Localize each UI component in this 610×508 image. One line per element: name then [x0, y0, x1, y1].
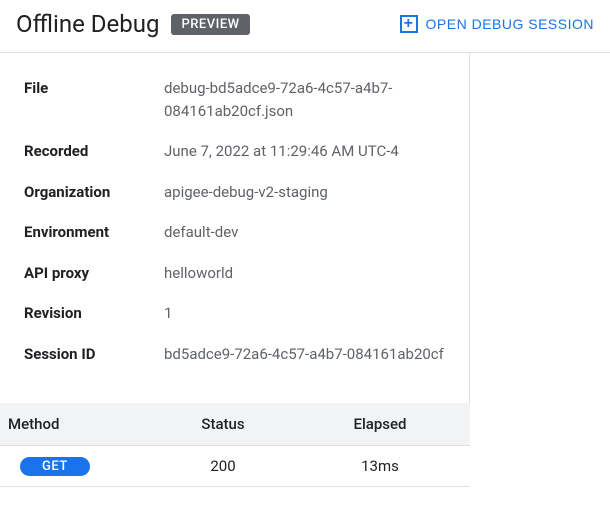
- detail-label: Environment: [24, 221, 164, 244]
- detail-value: helloworld: [164, 262, 453, 285]
- detail-value: debug-bd5adce9-72a6-4c57-a4b7-084161ab20…: [164, 77, 453, 122]
- open-debug-session-button[interactable]: + OPEN DEBUG SESSION: [400, 15, 594, 33]
- detail-label: Revision: [24, 302, 164, 325]
- plus-icon: +: [400, 15, 418, 33]
- table-header-row: Method Status Elapsed: [0, 403, 470, 446]
- detail-row-revision: Revision 1: [24, 302, 453, 325]
- detail-label: Session ID: [24, 343, 164, 366]
- page-title: Offline Debug: [16, 10, 159, 38]
- header-left: Offline Debug PREVIEW: [16, 10, 250, 38]
- transactions-table: Method Status Elapsed GET 200 13ms: [0, 403, 470, 487]
- detail-value: 1: [164, 302, 453, 325]
- detail-label: API proxy: [24, 262, 164, 285]
- method-chip: GET: [20, 457, 90, 476]
- detail-label: Organization: [24, 181, 164, 204]
- cell-status: 200: [148, 457, 298, 475]
- col-header-status[interactable]: Status: [148, 415, 298, 433]
- detail-row-session-id: Session ID bd5adce9-72a6-4c57-a4b7-08416…: [24, 343, 453, 366]
- page-header: Offline Debug PREVIEW + OPEN DEBUG SESSI…: [0, 0, 610, 52]
- preview-badge: PREVIEW: [171, 14, 249, 35]
- cell-elapsed: 13ms: [298, 457, 462, 475]
- detail-value: apigee-debug-v2-staging: [164, 181, 453, 204]
- open-session-label: OPEN DEBUG SESSION: [426, 16, 594, 32]
- detail-row-organization: Organization apigee-debug-v2-staging: [24, 181, 453, 204]
- detail-value: June 7, 2022 at 11:29:46 AM UTC-4: [164, 140, 453, 163]
- detail-value: default-dev: [164, 221, 453, 244]
- details-panel: File debug-bd5adce9-72a6-4c57-a4b7-08416…: [0, 53, 470, 403]
- table-row[interactable]: GET 200 13ms: [0, 446, 470, 487]
- detail-row-recorded: Recorded June 7, 2022 at 11:29:46 AM UTC…: [24, 140, 453, 163]
- detail-row-api-proxy: API proxy helloworld: [24, 262, 453, 285]
- col-header-elapsed[interactable]: Elapsed: [298, 415, 462, 433]
- detail-row-file: File debug-bd5adce9-72a6-4c57-a4b7-08416…: [24, 77, 453, 122]
- detail-row-environment: Environment default-dev: [24, 221, 453, 244]
- detail-label: Recorded: [24, 140, 164, 163]
- cell-method: GET: [8, 456, 148, 476]
- content-wrapper: File debug-bd5adce9-72a6-4c57-a4b7-08416…: [0, 53, 610, 403]
- detail-label: File: [24, 77, 164, 122]
- col-header-method[interactable]: Method: [8, 415, 148, 433]
- detail-value: bd5adce9-72a6-4c57-a4b7-084161ab20cf: [164, 343, 453, 366]
